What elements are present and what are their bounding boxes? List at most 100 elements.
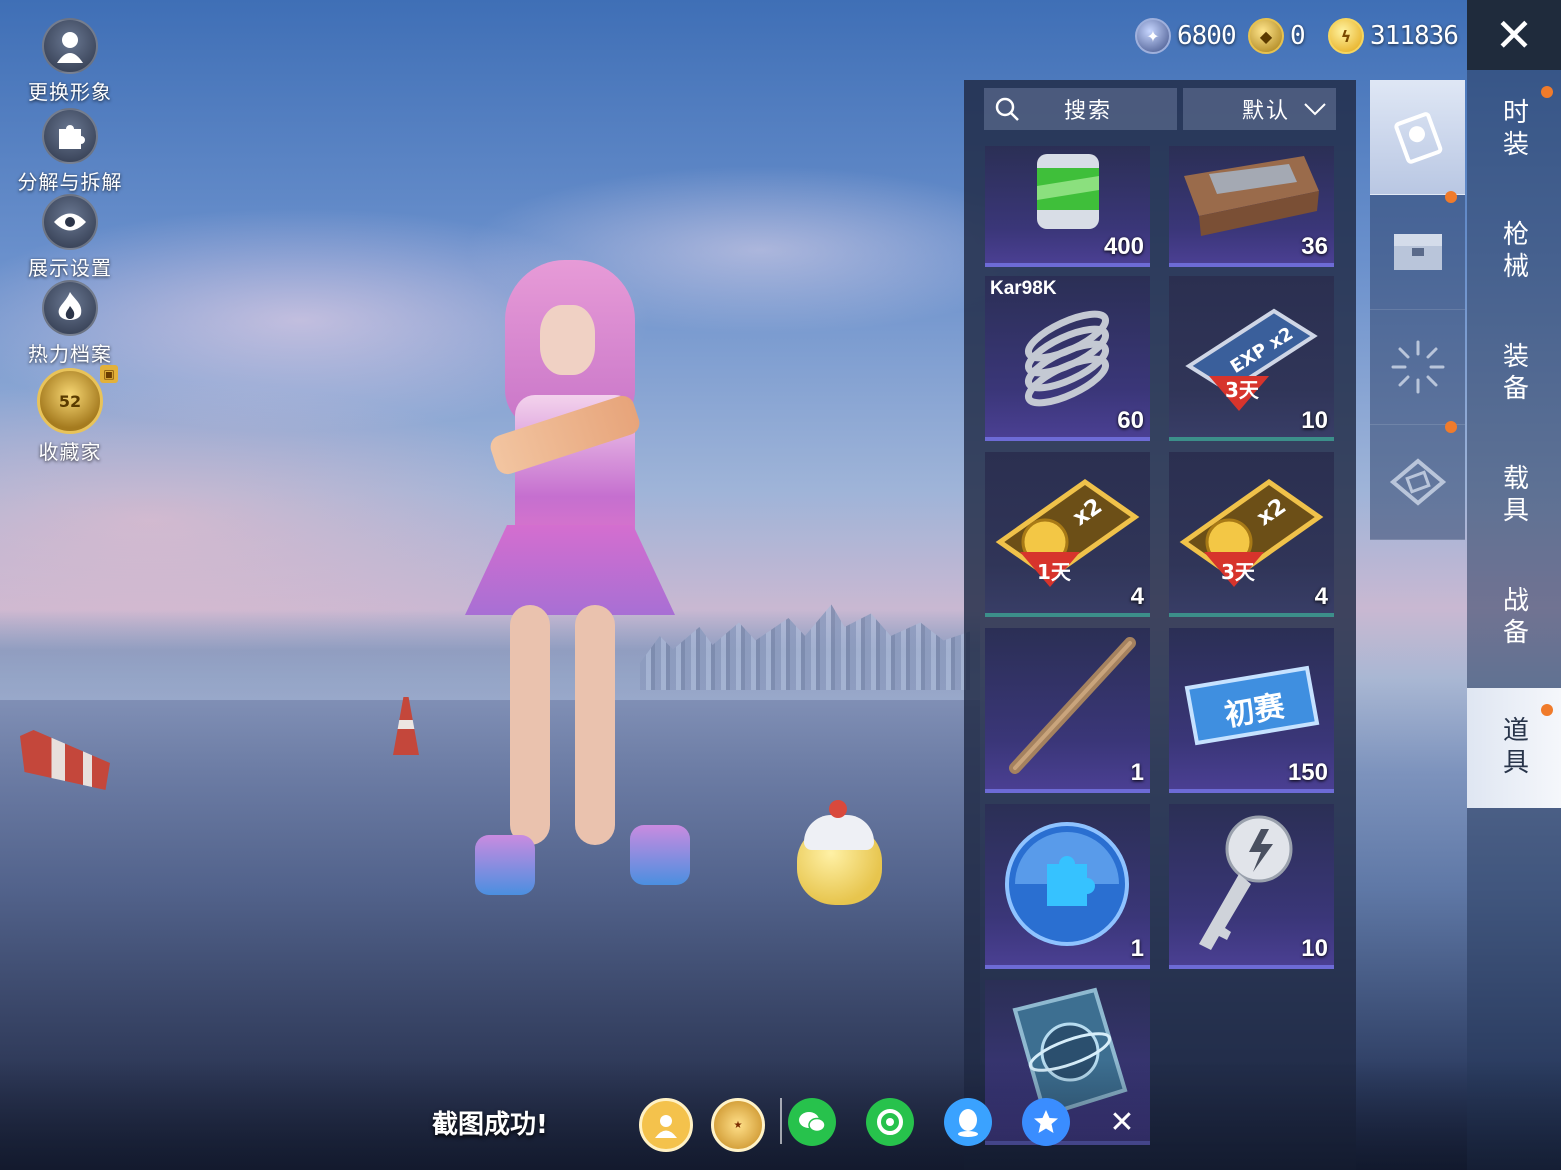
item-tile[interactable]: x2 1天 4 bbox=[985, 452, 1150, 617]
costume-card-icon bbox=[1393, 112, 1442, 164]
currency-gold: ◆ 0 bbox=[1248, 18, 1306, 54]
avatar-icon bbox=[42, 18, 98, 74]
search-label: 搜索 bbox=[1064, 99, 1113, 124]
gift-icon: ▣ bbox=[100, 365, 118, 383]
card-days: 1天 bbox=[1037, 560, 1071, 584]
menu-label: 展示设置 bbox=[28, 256, 112, 280]
item-tile[interactable]: 400 bbox=[985, 146, 1150, 267]
item-tile[interactable]: 10 bbox=[1169, 804, 1334, 969]
tab-label: 装备 bbox=[1498, 342, 1529, 406]
puzzle-orb-icon bbox=[1005, 822, 1129, 946]
item-quantity: 400 bbox=[1103, 233, 1144, 260]
currency-value: 311836 bbox=[1370, 21, 1459, 51]
tab-vehicles[interactable]: 载具 bbox=[1467, 436, 1561, 556]
tab-equipment[interactable]: 装备 bbox=[1467, 314, 1561, 434]
character-shoe-left bbox=[475, 835, 535, 895]
share-divider bbox=[780, 1098, 782, 1144]
menu-change-avatar[interactable]: 更换形象 bbox=[0, 18, 140, 105]
eye-icon bbox=[42, 194, 98, 250]
game-for-peace-logo-icon[interactable]: ★ bbox=[711, 1098, 765, 1152]
qzone-icon[interactable] bbox=[1022, 1098, 1070, 1146]
wooden-stick-icon bbox=[1009, 637, 1136, 774]
moments-icon[interactable] bbox=[866, 1098, 914, 1146]
menu-heat-profile[interactable]: 热力档案 bbox=[0, 280, 140, 367]
character-leg-right bbox=[575, 605, 615, 845]
category-bar bbox=[1370, 80, 1465, 550]
category-effects[interactable] bbox=[1370, 310, 1465, 425]
chick-pet[interactable] bbox=[792, 800, 887, 910]
item-tile[interactable]: EXP x2 3天 10 bbox=[1169, 276, 1334, 441]
collector-level: 52 bbox=[58, 391, 82, 411]
screenshot-success-message: 截图成功! bbox=[432, 1110, 548, 1140]
peace-elite-friend-icon[interactable] bbox=[639, 1098, 693, 1152]
notification-dot bbox=[1445, 191, 1457, 203]
sort-dropdown[interactable]: 默认 bbox=[1183, 88, 1336, 130]
search-input[interactable]: 搜索 bbox=[984, 88, 1177, 130]
tab-label: 战备 bbox=[1498, 586, 1529, 650]
ticket-diamond-icon bbox=[1389, 458, 1446, 506]
category-chests[interactable] bbox=[1370, 191, 1465, 310]
gold-coin-icon: ◆ bbox=[1248, 18, 1284, 54]
item-quantity: 1 bbox=[1130, 759, 1144, 786]
sort-label: 默认 bbox=[1241, 99, 1290, 124]
side-tab-bar: 时装 枪械 装备 载具 战备 道具 bbox=[1467, 70, 1561, 1170]
puzzle-icon bbox=[42, 108, 98, 164]
search-icon bbox=[984, 96, 1030, 122]
currency-lightning: ϟ 311836 bbox=[1328, 18, 1459, 54]
item-quantity: 36 bbox=[1301, 233, 1328, 260]
menu-label: 分解与拆解 bbox=[17, 170, 123, 194]
close-icon: ✕ bbox=[1494, 8, 1534, 62]
tab-items[interactable]: 道具 bbox=[1467, 688, 1561, 808]
tab-label: 时装 bbox=[1498, 98, 1529, 162]
qq-icon[interactable] bbox=[944, 1098, 992, 1146]
notification-dot bbox=[1541, 704, 1553, 716]
collector-badge-icon: 52 ▣ bbox=[37, 365, 118, 434]
x-share-icon[interactable]: ✕ bbox=[1098, 1098, 1146, 1146]
coin-card-icon bbox=[995, 478, 1140, 587]
item-tile[interactable]: 初赛 150 bbox=[1169, 628, 1334, 793]
currency-value: 0 bbox=[1290, 21, 1306, 51]
coin-card-icon bbox=[1179, 478, 1324, 587]
menu-label: 更换形象 bbox=[28, 80, 112, 104]
firework-icon bbox=[1391, 340, 1444, 394]
item-tile[interactable]: 1 bbox=[985, 804, 1150, 969]
close-button[interactable]: ✕ bbox=[1467, 0, 1561, 70]
character-leg-left bbox=[510, 605, 550, 845]
pet-hat-knob bbox=[829, 800, 847, 818]
silver-coin-icon: ✦ bbox=[1135, 18, 1171, 54]
character-skirt bbox=[465, 525, 675, 615]
character-face bbox=[540, 305, 595, 375]
item-quantity: 10 bbox=[1301, 935, 1328, 962]
tab-label: 道具 bbox=[1498, 716, 1529, 780]
menu-label: 热力档案 bbox=[28, 342, 112, 366]
item-quantity: 150 bbox=[1287, 759, 1328, 786]
item-quantity: 1 bbox=[1130, 935, 1144, 962]
menu-display-settings[interactable]: 展示设置 bbox=[0, 194, 140, 281]
tab-costume[interactable]: 时装 bbox=[1467, 70, 1561, 190]
notification-dot bbox=[1445, 421, 1457, 433]
character-shoe-right bbox=[630, 825, 690, 885]
category-tickets[interactable] bbox=[1370, 421, 1465, 540]
tab-firearms[interactable]: 枪械 bbox=[1467, 192, 1561, 312]
lightning-coin-icon: ϟ bbox=[1328, 18, 1364, 54]
pet-eggshell-hat bbox=[804, 815, 874, 850]
currency-silver: ✦ 6800 bbox=[1135, 18, 1237, 54]
item-tile[interactable]: Kar98K 60 bbox=[985, 276, 1150, 441]
currency-value: 6800 bbox=[1177, 21, 1237, 51]
menu-decompose[interactable]: 分解与拆解 bbox=[0, 108, 140, 195]
item-quantity: 4 bbox=[1130, 583, 1144, 610]
menu-collector[interactable]: 52 ▣ 收藏家 bbox=[0, 365, 140, 465]
tab-label: 载具 bbox=[1498, 464, 1529, 528]
item-tile[interactable]: x2 3天 4 bbox=[1169, 452, 1334, 617]
wechat-icon[interactable] bbox=[788, 1098, 836, 1146]
chevron-down-icon bbox=[1304, 103, 1326, 116]
chest-icon bbox=[1393, 234, 1442, 270]
item-tile[interactable]: 1 bbox=[985, 628, 1150, 793]
player-character[interactable] bbox=[455, 245, 690, 905]
card-days: 3天 bbox=[1225, 378, 1259, 402]
item-tile[interactable]: 36 bbox=[1169, 146, 1334, 267]
tab-combat-supplies[interactable]: 战备 bbox=[1467, 558, 1561, 678]
tab-label: 枪械 bbox=[1498, 220, 1529, 284]
category-costume-cards[interactable] bbox=[1370, 80, 1465, 195]
notification-dot bbox=[1541, 86, 1553, 98]
